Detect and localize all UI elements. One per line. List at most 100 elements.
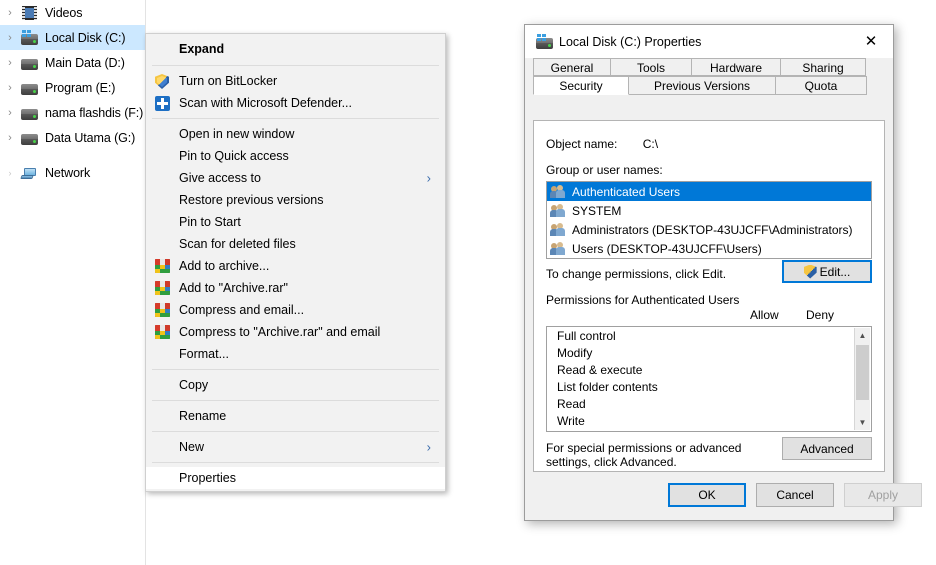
permission-row[interactable]: List folder contents bbox=[547, 378, 871, 395]
properties-dialog: Local Disk (C:) Properties ✕ General Tool… bbox=[524, 24, 922, 521]
chevron-right-icon[interactable]: › bbox=[0, 7, 20, 19]
menu-item-open-in-new-window[interactable]: Open in new window bbox=[146, 123, 445, 145]
scroll-down-icon[interactable]: ▼ bbox=[855, 415, 870, 430]
context-menu[interactable]: Expand Turn on BitLocker Scan with Microso… bbox=[145, 33, 446, 492]
menu-item-turn-on-bitlocker[interactable]: Turn on BitLocker bbox=[146, 70, 445, 92]
tab-tools[interactable]: Tools bbox=[610, 58, 692, 76]
menu-separator bbox=[152, 400, 439, 401]
deny-column-header: Deny bbox=[806, 308, 835, 322]
menu-item-format[interactable]: Format... bbox=[146, 343, 445, 365]
group-user-name: SYSTEM bbox=[572, 203, 622, 218]
menu-separator bbox=[152, 369, 439, 370]
group-user-item[interactable]: Authenticated Users bbox=[547, 182, 871, 201]
menu-item-label: Scan for deleted files bbox=[179, 237, 296, 251]
permission-row[interactable]: Full control bbox=[547, 327, 871, 344]
menu-item-properties[interactable]: Properties bbox=[146, 467, 445, 489]
tree-item-label: Videos bbox=[45, 5, 83, 20]
menu-item-scan-with-microsoft-defender[interactable]: Scan with Microsoft Defender... bbox=[146, 92, 445, 114]
chevron-right-icon[interactable]: › bbox=[0, 82, 20, 94]
winrar-icon bbox=[154, 324, 172, 340]
shield-icon bbox=[154, 73, 172, 89]
group-user-name: Administrators (DESKTOP-43UJCFF\Administ… bbox=[572, 222, 853, 237]
permission-row[interactable]: Read bbox=[547, 395, 871, 412]
menu-item-scan-for-deleted-files[interactable]: Scan for deleted files bbox=[146, 233, 445, 255]
tab-quota[interactable]: Quota bbox=[775, 76, 867, 95]
tree-item-main-data-d[interactable]: › Main Data (D:) bbox=[0, 50, 145, 75]
apply-button[interactable]: Apply bbox=[844, 483, 922, 507]
tree-item-local-disk-c[interactable]: › Local Disk (C:) bbox=[0, 25, 145, 50]
edit-button-label: Edit... bbox=[819, 264, 851, 279]
close-icon[interactable]: ✕ bbox=[849, 25, 893, 57]
permissions-rows: Full control Modify Read & execute List fol… bbox=[547, 327, 871, 429]
ok-button[interactable]: OK bbox=[668, 483, 746, 507]
dialog-button-bar: OK Cancel Apply bbox=[525, 472, 922, 520]
permission-row[interactable]: Write bbox=[547, 412, 871, 429]
navigation-tree[interactable]: › Videos › Local Disk (C:) › Main Data (D:) › P… bbox=[0, 0, 146, 565]
permission-row[interactable]: Modify bbox=[547, 344, 871, 361]
tree-item-data-utama-g[interactable]: › Data Utama (G:) bbox=[0, 125, 145, 150]
cancel-button[interactable]: Cancel bbox=[756, 483, 834, 507]
menu-item-rename[interactable]: Rename bbox=[146, 405, 445, 427]
drive-icon bbox=[20, 130, 40, 146]
tree-item-network[interactable]: › Network bbox=[0, 160, 145, 185]
chevron-right-icon[interactable]: › bbox=[0, 132, 20, 144]
tab-security[interactable]: Security bbox=[533, 76, 629, 95]
menu-item-label: Pin to Start bbox=[179, 215, 241, 229]
tab-strip[interactable]: General Tools Hardware Sharing Security Prev… bbox=[525, 58, 893, 95]
scroll-up-icon[interactable]: ▲ bbox=[855, 328, 870, 343]
menu-item-pin-to-quick-access[interactable]: Pin to Quick access bbox=[146, 145, 445, 167]
chevron-right-icon[interactable]: › bbox=[0, 107, 20, 119]
tree-item-videos[interactable]: › Videos bbox=[0, 0, 145, 25]
tab-previous-versions[interactable]: Previous Versions bbox=[628, 76, 776, 95]
permission-row[interactable]: Read & execute bbox=[547, 361, 871, 378]
permissions-scrollbar[interactable]: ▲ ▼ bbox=[854, 328, 870, 430]
menu-item-add-to-archive[interactable]: Add to archive... bbox=[146, 255, 445, 277]
tree-item-label: Data Utama (G:) bbox=[45, 130, 136, 145]
menu-item-label: Properties bbox=[179, 471, 236, 485]
defender-icon bbox=[154, 95, 172, 111]
group-user-item[interactable]: Administrators (DESKTOP-43UJCFF\Administ… bbox=[547, 220, 871, 239]
menu-item-new[interactable]: New › bbox=[146, 436, 445, 458]
chevron-right-icon[interactable]: › bbox=[0, 168, 20, 178]
object-name-label: Object name: bbox=[546, 137, 618, 151]
menu-item-compress-and-email[interactable]: Compress and email... bbox=[146, 299, 445, 321]
network-icon bbox=[20, 165, 40, 181]
change-permissions-text: To change permissions, click Edit. bbox=[546, 267, 727, 281]
menu-item-label: Pin to Quick access bbox=[179, 149, 289, 163]
tab-sharing[interactable]: Sharing bbox=[780, 58, 866, 76]
menu-item-restore-previous-versions[interactable]: Restore previous versions bbox=[146, 189, 445, 211]
menu-item-expand[interactable]: Expand bbox=[146, 37, 445, 61]
chevron-right-icon[interactable]: › bbox=[0, 32, 20, 44]
edit-button[interactable]: Edit... bbox=[782, 260, 872, 283]
object-name-value: C:\ bbox=[642, 137, 659, 151]
tree-item-nama-flashdis-f[interactable]: › nama flashdis (F:) bbox=[0, 100, 145, 125]
menu-separator bbox=[152, 65, 439, 66]
permissions-list[interactable]: Full control Modify Read & execute List fol… bbox=[546, 326, 872, 432]
menu-item-label: Add to archive... bbox=[179, 259, 270, 273]
windows-drive-icon bbox=[20, 29, 40, 46]
winrar-icon bbox=[154, 258, 172, 274]
menu-item-give-access-to[interactable]: Give access to › bbox=[146, 167, 445, 189]
chevron-right-icon[interactable]: › bbox=[0, 57, 20, 69]
users-icon bbox=[550, 184, 567, 199]
dialog-title-bar[interactable]: Local Disk (C:) Properties ✕ bbox=[525, 25, 893, 58]
menu-item-label: Copy bbox=[179, 378, 209, 392]
advanced-button[interactable]: Advanced bbox=[782, 437, 872, 460]
group-user-item[interactable]: SYSTEM bbox=[547, 201, 871, 220]
permissions-label: Permissions for Authenticated Users bbox=[546, 293, 740, 307]
menu-item-pin-to-start[interactable]: Pin to Start bbox=[146, 211, 445, 233]
scrollbar-thumb[interactable] bbox=[856, 345, 869, 400]
group-users-label: Group or user names: bbox=[546, 163, 663, 177]
shield-icon bbox=[804, 265, 817, 279]
menu-item-label: Compress to "Archive.rar" and email bbox=[179, 325, 381, 339]
menu-item-label: Turn on BitLocker bbox=[179, 74, 278, 88]
drive-icon bbox=[535, 33, 553, 50]
group-user-item[interactable]: Users (DESKTOP-43UJCFF\Users) bbox=[547, 239, 871, 258]
tab-general[interactable]: General bbox=[533, 58, 611, 76]
menu-item-copy[interactable]: Copy bbox=[146, 374, 445, 396]
tab-hardware[interactable]: Hardware bbox=[691, 58, 781, 76]
tree-item-program-e[interactable]: › Program (E:) bbox=[0, 75, 145, 100]
menu-item-compress-to-archive-rar-and-email[interactable]: Compress to "Archive.rar" and email bbox=[146, 321, 445, 343]
menu-item-add-to-archive-rar[interactable]: Add to "Archive.rar" bbox=[146, 277, 445, 299]
group-user-list[interactable]: Authenticated Users SYSTEM Administrators … bbox=[546, 181, 872, 259]
